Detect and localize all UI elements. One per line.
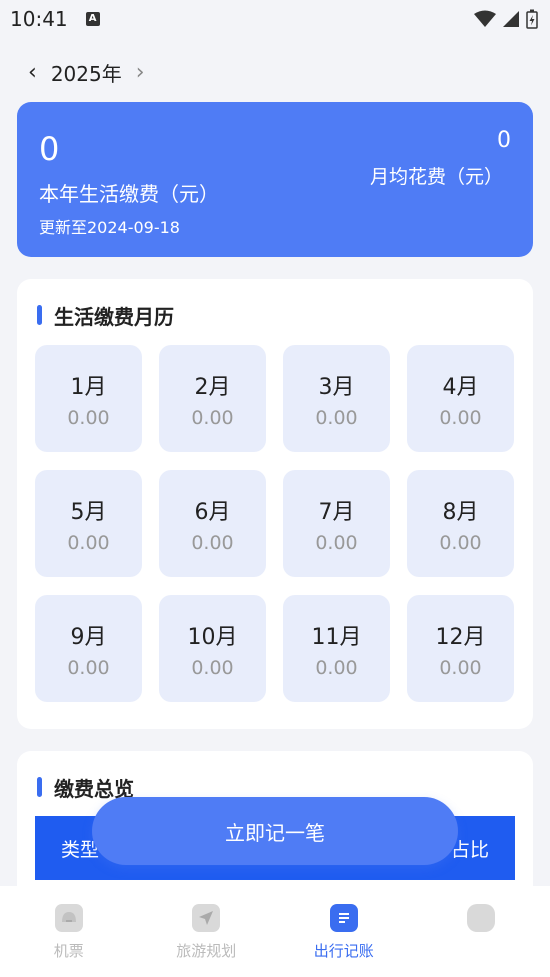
month-label: 7月 <box>318 499 355 525</box>
month-cell-1[interactable]: 1月 0.00 <box>35 345 142 452</box>
month-value: 0.00 <box>191 531 234 554</box>
summary-card: 0 本年生活缴费（元） 更新至2024-09-18 0 月均花费（元） <box>17 102 533 257</box>
nav-item-flights[interactable]: 机票 <box>0 904 137 961</box>
bottom-nav: 机票 旅游规划 出行记账 <box>0 886 550 977</box>
month-label: 10月 <box>187 624 238 650</box>
month-value: 0.00 <box>315 406 358 429</box>
month-cell-5[interactable]: 5月 0.00 <box>35 470 142 577</box>
wifi-icon <box>474 10 496 27</box>
battery-icon <box>526 9 538 29</box>
month-label: 11月 <box>311 624 362 650</box>
navigation-icon <box>192 904 221 932</box>
month-value: 0.00 <box>191 656 234 679</box>
month-cell-11[interactable]: 11月 0.00 <box>283 595 390 702</box>
month-label: 3月 <box>318 374 355 400</box>
month-label: 8月 <box>442 499 479 525</box>
section-title: 生活缴费月历 <box>37 303 174 329</box>
month-cell-9[interactable]: 9月 0.00 <box>35 595 142 702</box>
nav-item-profile[interactable] <box>413 904 550 940</box>
month-value: 0.00 <box>439 656 482 679</box>
month-cell-7[interactable]: 7月 0.00 <box>283 470 390 577</box>
nav-label: 出行记账 <box>313 942 374 960</box>
record-now-button[interactable]: 立即记一笔 <box>92 797 458 865</box>
annual-total-label: 本年生活缴费（元） <box>39 182 219 206</box>
year-label: 2025年 <box>50 61 122 86</box>
month-label: 12月 <box>435 624 486 650</box>
month-value: 0.00 <box>315 656 358 679</box>
title-accent-bar <box>37 777 42 797</box>
month-cell-12[interactable]: 12月 0.00 <box>407 595 514 702</box>
title-accent-bar <box>37 305 42 325</box>
month-grid: 1月 0.00 2月 0.00 3月 0.00 4月 0.00 5月 0.00 6月 0.0… <box>35 345 515 702</box>
status-time: 10:41 <box>10 7 68 31</box>
month-cell-3[interactable]: 3月 0.00 <box>283 345 390 452</box>
month-label: 4月 <box>442 374 479 400</box>
month-cell-10[interactable]: 10月 0.00 <box>159 595 266 702</box>
section-title: 缴费总览 <box>37 775 134 801</box>
month-value: 0.00 <box>439 406 482 429</box>
monthly-average-value: 0 <box>497 128 511 153</box>
year-navigator: ‹ 2025年 › <box>24 54 149 90</box>
status-icons <box>474 9 538 29</box>
month-label: 6月 <box>194 499 231 525</box>
month-cell-4[interactable]: 4月 0.00 <box>407 345 514 452</box>
calendar-title: 生活缴费月历 <box>54 304 174 329</box>
month-cell-2[interactable]: 2月 0.00 <box>159 345 266 452</box>
notification-a-icon: A <box>85 12 100 26</box>
signal-icon <box>503 11 519 27</box>
profile-icon <box>467 904 496 932</box>
month-value: 0.00 <box>315 531 358 554</box>
nav-label: 旅游规划 <box>176 942 237 960</box>
nav-item-travel-accounting[interactable]: 出行记账 <box>275 904 412 961</box>
month-cell-6[interactable]: 6月 0.00 <box>159 470 266 577</box>
month-value: 0.00 <box>67 406 110 429</box>
month-label: 5月 <box>70 499 107 525</box>
payment-calendar-section: 生活缴费月历 1月 0.00 2月 0.00 3月 0.00 4月 0.00 5月 0.0… <box>17 279 533 729</box>
month-value: 0.00 <box>191 406 234 429</box>
status-bar: 10:41 A <box>0 0 550 38</box>
updated-date: 更新至2024-09-18 <box>39 218 180 237</box>
month-label: 1月 <box>70 374 107 400</box>
month-cell-8[interactable]: 8月 0.00 <box>407 470 514 577</box>
month-value: 0.00 <box>67 531 110 554</box>
chevron-left-icon[interactable]: ‹ <box>24 60 41 85</box>
month-label: 2月 <box>194 374 231 400</box>
ticket-icon <box>54 904 83 932</box>
month-value: 0.00 <box>67 656 110 679</box>
month-value: 0.00 <box>439 531 482 554</box>
annual-total-value: 0 <box>39 130 60 168</box>
monthly-average-label: 月均花费（元） <box>369 166 503 188</box>
month-label: 9月 <box>70 624 107 650</box>
chevron-right-icon[interactable]: › <box>132 60 149 85</box>
document-icon <box>329 904 358 932</box>
nav-item-travel-planning[interactable]: 旅游规划 <box>138 904 275 961</box>
nav-label: 机票 <box>53 942 84 960</box>
